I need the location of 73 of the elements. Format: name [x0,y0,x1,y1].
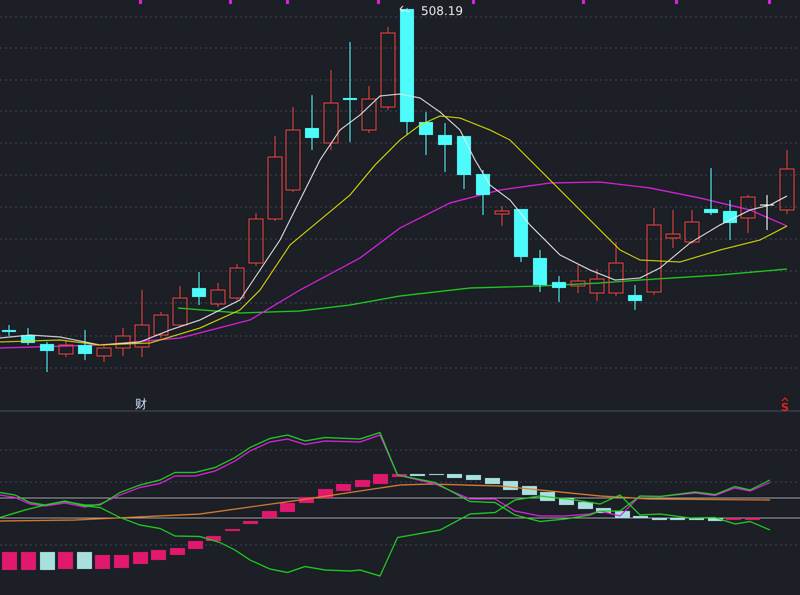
histogram-bar [447,474,462,478]
period-tick [675,0,678,4]
candlestick [628,284,642,310]
indicator-marker: 财 [135,397,147,411]
candlestick [494,206,510,226]
candlestick [96,346,112,362]
histogram-bar [243,521,258,524]
candlestick [533,250,547,292]
histogram-bar [77,552,92,569]
candlestick [248,212,264,266]
candlestick [154,312,168,338]
candlestick [457,136,471,190]
candlestick [2,324,16,336]
period-tick [139,0,142,4]
histogram-bar [2,552,17,570]
histogram-bar [578,502,593,509]
histogram-bar [262,511,277,518]
pointer-arrow-icon [400,6,410,12]
candlestick [362,86,376,134]
candlestick [134,290,150,358]
histogram-bar [170,548,185,555]
candlestick [590,268,604,302]
period-tick [472,0,475,4]
candlestick [40,342,54,372]
histogram-bar [466,475,481,480]
candlestick [514,208,528,262]
histogram-bar [708,518,723,521]
histogram-bar [151,550,166,560]
peak-price-label: 508.19 [421,4,463,18]
caret-icon [782,397,788,402]
histogram-bar [336,484,351,491]
candlestick [58,340,74,358]
candlestick [230,264,244,300]
period-tick [229,0,232,4]
period-tick [768,0,771,4]
histogram-bar [392,474,407,477]
candlestick [552,276,566,302]
candlestick [608,242,624,296]
period-tick [377,0,380,4]
candlestick [476,170,490,216]
candlestick [21,328,35,346]
candlestick [570,264,586,294]
histogram-bar [40,552,55,570]
histogram-bar [355,480,370,487]
candlestick [780,150,794,214]
histogram-bar [133,552,148,564]
candlestick [210,282,226,308]
period-tick [582,0,585,4]
histogram-bar [485,478,500,484]
candlestick [419,112,433,156]
candlestick [704,168,718,216]
candlestick [172,286,188,328]
candlestick [438,122,452,172]
candlestick [78,330,92,360]
period-tick [286,0,289,4]
candlestick [760,194,774,230]
histogram-bar [188,541,203,549]
candlestick [192,272,206,306]
histogram-bar [596,508,611,513]
histogram-bar [206,536,221,541]
signal-marker: S [781,401,789,414]
candlestick [666,210,680,248]
candlestick [305,94,319,150]
histogram-bar [95,555,110,569]
histogram-bar [21,552,36,570]
histogram-bar [114,555,129,568]
histogram-bar [58,552,73,569]
candlestick [740,194,756,234]
candlestick [116,328,130,356]
candlestick [684,210,700,244]
candlestick [723,200,737,240]
histogram-bar [280,503,295,512]
histogram-bar [373,474,388,484]
